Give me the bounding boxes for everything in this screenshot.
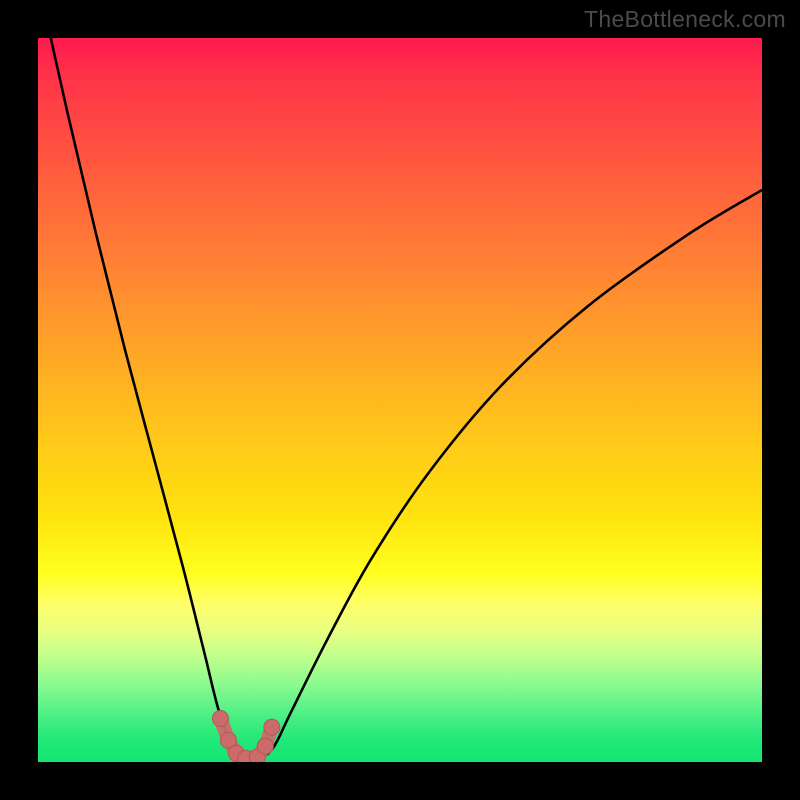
watermark-text: TheBottleneck.com <box>584 6 786 33</box>
highlight-marker <box>257 738 273 754</box>
bottleneck-curve-path <box>38 38 762 760</box>
highlight-marker <box>212 711 228 727</box>
bottom-highlight-markers <box>212 711 279 762</box>
highlight-marker <box>264 719 280 735</box>
plot-area <box>38 38 762 762</box>
curve-layer <box>38 38 762 762</box>
bottleneck-curve <box>38 38 762 760</box>
